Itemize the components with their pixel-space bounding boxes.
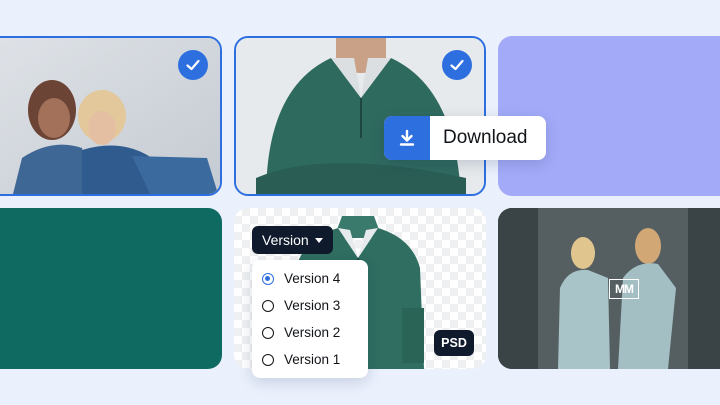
download-button[interactable]: Download: [384, 116, 546, 160]
version-option[interactable]: Version 3: [252, 292, 368, 319]
radio-icon[interactable]: [262, 326, 274, 339]
color-tile-teal[interactable]: [0, 208, 222, 369]
version-option-label: Version 3: [284, 298, 341, 313]
version-option-label: Version 1: [284, 352, 341, 367]
download-icon: [384, 116, 430, 160]
download-label: Download: [443, 127, 528, 148]
version-option[interactable]: Version 2: [252, 319, 368, 346]
selected-check[interactable]: [442, 50, 472, 80]
version-menu: Version 4 Version 3 Version 2 Version 1: [252, 260, 368, 378]
version-option-label: Version 4: [284, 271, 341, 286]
checkmark-icon: [186, 59, 200, 71]
mm-logo: MM: [609, 279, 639, 299]
checkmark-icon: [450, 59, 464, 71]
version-dropdown-button[interactable]: Version: [252, 226, 333, 254]
caret-down-icon: [314, 237, 323, 243]
version-option[interactable]: Version 4: [252, 265, 368, 292]
psd-badge: PSD: [434, 330, 474, 356]
photo-tile-denim[interactable]: [0, 36, 222, 196]
version-option[interactable]: Version 1: [252, 346, 368, 373]
version-option-label: Version 2: [284, 325, 341, 340]
radio-icon[interactable]: [262, 299, 274, 312]
version-button-label: Version: [262, 232, 309, 248]
radio-selected-icon[interactable]: [262, 272, 274, 285]
radio-icon[interactable]: [262, 353, 274, 366]
selected-check[interactable]: [178, 50, 208, 80]
